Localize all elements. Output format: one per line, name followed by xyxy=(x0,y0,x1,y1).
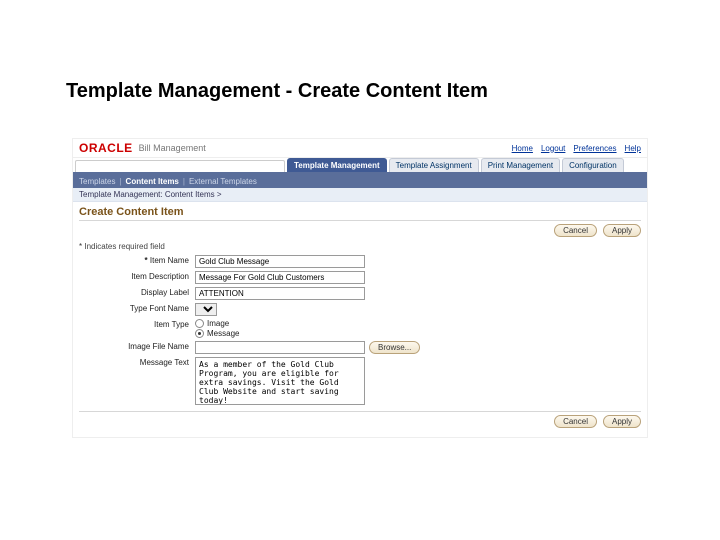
radio-message[interactable] xyxy=(195,329,204,338)
required-hint: Indicates required field xyxy=(79,242,641,251)
type-font-name-select[interactable] xyxy=(195,303,217,316)
tabbar-spacer xyxy=(75,160,285,172)
browse-button[interactable]: Browse... xyxy=(369,341,420,354)
action-row-top: Cancel Apply xyxy=(79,221,641,240)
label-message-text: Message Text xyxy=(79,357,189,405)
top-links: Home Logout Preferences Help xyxy=(512,144,641,153)
item-description-input[interactable] xyxy=(195,271,365,284)
tabbar: Template Management Template Assignment … xyxy=(73,158,647,174)
section-title: Create Content Item xyxy=(79,206,641,221)
apply-button-bottom[interactable]: Apply xyxy=(603,415,641,428)
oracle-logo: ORACLE xyxy=(79,141,133,155)
page-title: Template Management - Create Content Ite… xyxy=(66,80,488,103)
tab-configuration[interactable]: Configuration xyxy=(562,158,624,172)
tab-template-assignment[interactable]: Template Assignment xyxy=(389,158,479,172)
apply-button[interactable]: Apply xyxy=(603,224,641,237)
label-type-font-name: Type Font Name xyxy=(79,303,189,316)
app-window: ORACLE Bill Management Home Logout Prefe… xyxy=(72,138,648,438)
app-name: Bill Management xyxy=(139,143,206,153)
radio-image-label: Image xyxy=(207,319,229,328)
label-item-name: Item Name xyxy=(79,255,189,268)
breadcrumb: Template Management: Content Items > xyxy=(73,188,647,202)
content-area: Create Content Item Cancel Apply Indicat… xyxy=(73,202,647,437)
preferences-link[interactable]: Preferences xyxy=(573,144,616,153)
home-link[interactable]: Home xyxy=(512,144,533,153)
header: ORACLE Bill Management Home Logout Prefe… xyxy=(73,139,647,158)
label-display-label: Display Label xyxy=(79,287,189,300)
cancel-button-bottom[interactable]: Cancel xyxy=(554,415,597,428)
display-label-input[interactable] xyxy=(195,287,365,300)
logout-link[interactable]: Logout xyxy=(541,144,565,153)
radio-message-label: Message xyxy=(207,329,239,338)
subtab-divider: | xyxy=(183,177,185,186)
message-text-input[interactable] xyxy=(195,357,365,405)
image-file-name-input[interactable] xyxy=(195,341,365,354)
brand: ORACLE Bill Management xyxy=(79,141,206,155)
label-item-description: Item Description xyxy=(79,271,189,284)
item-type-radios: Image Message xyxy=(195,319,239,338)
form: Item Name Item Description Display Label… xyxy=(79,255,641,405)
tab-template-management[interactable]: Template Management xyxy=(287,158,387,172)
radio-image[interactable] xyxy=(195,319,204,328)
tab-print-management[interactable]: Print Management xyxy=(481,158,560,172)
action-row-bottom: Cancel Apply xyxy=(79,412,641,431)
subtab-divider: | xyxy=(119,177,121,186)
subtabs: Templates | Content Items | External Tem… xyxy=(73,174,647,188)
cancel-button[interactable]: Cancel xyxy=(554,224,597,237)
item-name-input[interactable] xyxy=(195,255,365,268)
label-image-file-name: Image File Name xyxy=(79,341,189,354)
subtab-external-templates[interactable]: External Templates xyxy=(189,177,257,186)
label-item-type: Item Type xyxy=(79,319,189,338)
help-link[interactable]: Help xyxy=(625,144,641,153)
subtab-templates[interactable]: Templates xyxy=(79,177,115,186)
subtab-content-items[interactable]: Content Items xyxy=(126,177,179,186)
